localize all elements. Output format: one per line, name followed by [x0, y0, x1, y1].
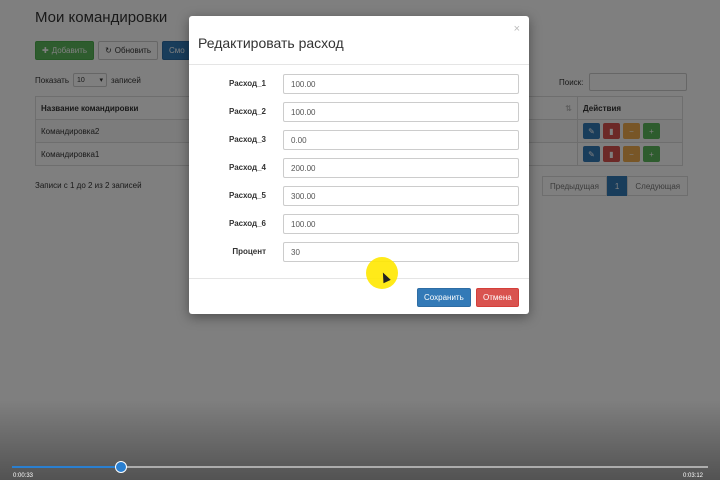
video-seek-bar[interactable]	[12, 461, 708, 473]
expense-1-input[interactable]: 100.00	[283, 74, 519, 94]
form-row: Расход_5 300.00	[189, 186, 529, 208]
percent-input[interactable]: 30	[283, 242, 519, 262]
expense-2-input[interactable]: 100.00	[283, 102, 519, 122]
form-row: Расход_1 100.00	[189, 74, 529, 96]
modal-header: Редактировать расход ×	[189, 16, 529, 65]
close-icon[interactable]: ×	[514, 23, 520, 35]
field-label: Расход_3	[228, 135, 266, 144]
field-label: Процент	[232, 247, 266, 256]
video-shade	[0, 400, 720, 480]
expense-6-input[interactable]: 100.00	[283, 214, 519, 234]
cancel-button[interactable]: Отмена	[476, 288, 519, 307]
modal-title: Редактировать расход	[198, 35, 344, 51]
video-total-time: 0:03:12	[683, 473, 704, 479]
form-row: Расход_3 0.00	[189, 130, 529, 152]
field-label: Расход_4	[228, 163, 266, 172]
expense-5-input[interactable]: 300.00	[283, 186, 519, 206]
video-current-time: 0:00:33	[13, 473, 34, 479]
field-label: Расход_1	[228, 79, 266, 88]
form-row: Расход_4 200.00	[189, 158, 529, 180]
form-row: Расход_6 100.00	[189, 214, 529, 236]
form-row: Процент 30	[189, 242, 529, 264]
field-label: Расход_6	[228, 219, 266, 228]
expense-3-input[interactable]: 0.00	[283, 130, 519, 150]
video-seek-handle[interactable]	[114, 461, 127, 473]
field-label: Расход_5	[228, 191, 266, 200]
edit-expense-modal: Редактировать расход × Расход_1 100.00 Р…	[189, 16, 529, 314]
expense-4-input[interactable]: 200.00	[283, 158, 519, 178]
field-label: Расход_2	[228, 107, 266, 116]
form-row: Расход_2 100.00	[189, 102, 529, 124]
save-button[interactable]: Сохранить	[417, 288, 471, 307]
video-progress	[12, 466, 120, 468]
